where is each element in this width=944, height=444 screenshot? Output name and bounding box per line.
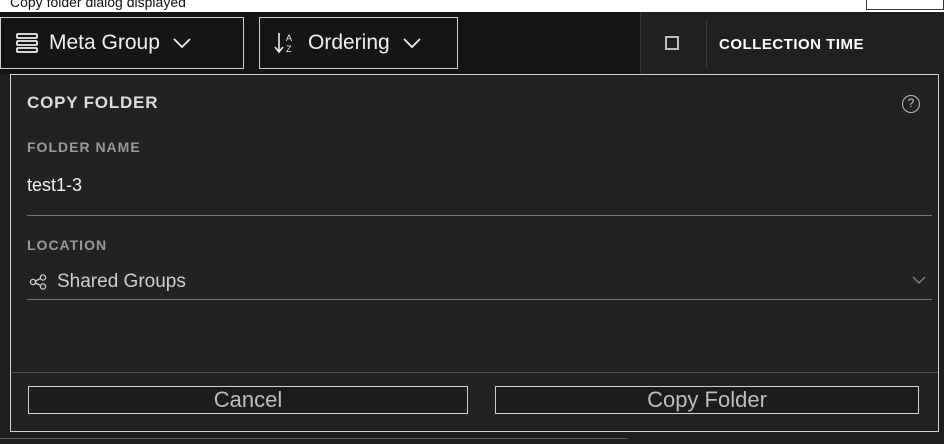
collection-time-column-label[interactable]: COLLECTION TIME: [719, 36, 864, 53]
stack-lines-icon: [15, 32, 39, 54]
window-title: Copy folder dialog displayed: [10, 0, 186, 10]
location-label: LOCATION: [27, 237, 108, 253]
svg-text:Z: Z: [286, 44, 292, 54]
copy-folder-dialog: COPY FOLDER ? FOLDER NAME test1-3 LOCATI…: [10, 74, 939, 432]
location-value: Shared Groups: [57, 271, 186, 292]
window-title-strip: Copy folder dialog displayed: [0, 0, 944, 12]
meta-group-dropdown[interactable]: Meta Group: [0, 17, 244, 69]
chevron-down-icon: [402, 37, 422, 49]
bottom-divider: [0, 438, 628, 439]
chevron-down-icon: [172, 37, 192, 49]
sort-az-icon: AZ: [274, 30, 298, 56]
copy-folder-button[interactable]: Copy Folder: [495, 386, 919, 414]
ordering-label: Ordering: [308, 31, 390, 54]
ordering-dropdown[interactable]: AZ Ordering: [259, 17, 458, 69]
dialog-title: COPY FOLDER: [27, 93, 159, 112]
folder-name-label: FOLDER NAME: [27, 139, 141, 155]
select-all-checkbox[interactable]: [665, 36, 679, 50]
cancel-button[interactable]: Cancel: [28, 386, 468, 414]
folder-name-input[interactable]: test1-3: [27, 175, 932, 216]
location-select[interactable]: Shared Groups: [27, 265, 932, 300]
column-divider: [706, 20, 707, 68]
folder-name-value: test1-3: [27, 175, 83, 195]
question-circle-icon[interactable]: ?: [902, 95, 920, 113]
title-strip-button[interactable]: [866, 0, 944, 10]
meta-group-label: Meta Group: [49, 31, 160, 54]
table-column-header: COLLECTION TIME: [640, 12, 944, 74]
svg-text:A: A: [286, 33, 292, 43]
share-nodes-icon: [29, 274, 49, 290]
chevron-down-icon: [912, 276, 926, 284]
footer-divider: [11, 372, 938, 373]
